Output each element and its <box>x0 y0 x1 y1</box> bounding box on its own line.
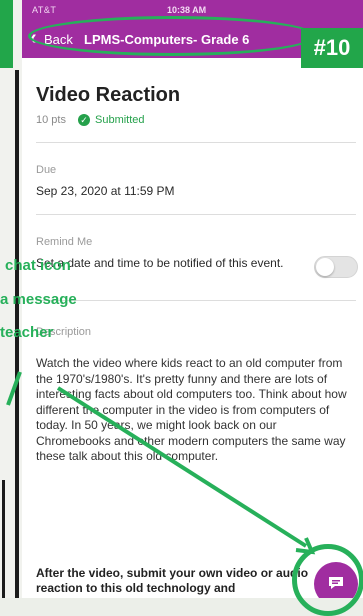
highlight-ellipse <box>28 16 316 56</box>
carrier-label: AT&T <box>32 5 57 15</box>
annotation-text-line1: chat icon <box>5 257 71 274</box>
chat-bubble-icon <box>329 577 343 589</box>
clock: 10:38 AM <box>167 5 207 15</box>
instructions-text: After the video, submit your own video o… <box>36 566 309 595</box>
divider <box>36 214 356 215</box>
description-text: Watch the video where kids react to an o… <box>36 356 347 463</box>
status-badge: Submitted <box>95 114 145 126</box>
slide-divider-line-lower <box>2 480 5 598</box>
remind-label: Remind Me <box>36 236 93 248</box>
due-label: Due <box>36 164 57 176</box>
annotation-text-line3: teacher <box>0 324 54 341</box>
annotation-text-line2: a message <box>0 291 77 308</box>
page-title: Video Reaction <box>36 84 181 106</box>
remind-toggle[interactable] <box>314 256 358 278</box>
slide-green-bar <box>0 0 13 68</box>
check-circle-icon: ✓ <box>78 114 90 126</box>
chat-button[interactable] <box>314 562 358 598</box>
divider <box>36 142 356 143</box>
divider <box>36 300 356 301</box>
slide-number-badge: #10 <box>301 28 363 68</box>
points-label: 10 pts <box>36 114 66 126</box>
remind-description: Set a date and time to be notified of th… <box>36 256 284 270</box>
due-date: Sep 23, 2020 at 11:59 PM <box>36 184 175 198</box>
toggle-knob <box>316 258 334 276</box>
